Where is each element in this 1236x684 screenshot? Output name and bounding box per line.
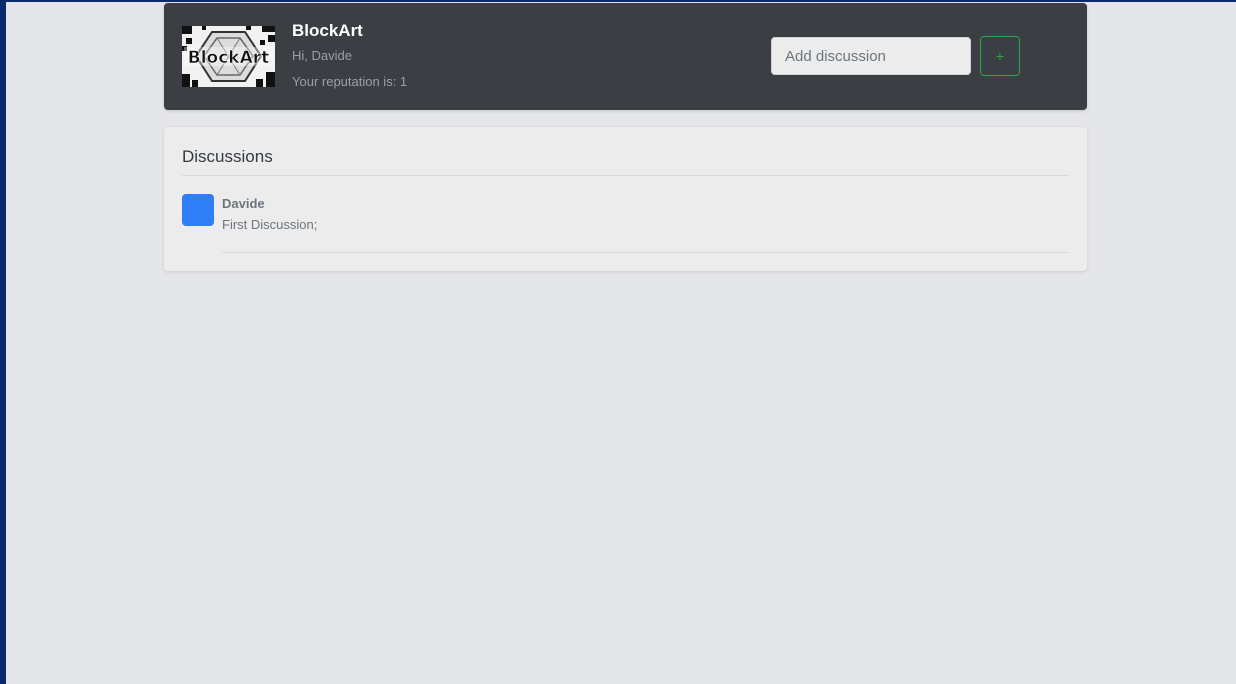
discussion-item[interactable]: Davide First Discussion;: [182, 193, 1069, 253]
logo-text: BlockArt: [188, 48, 270, 68]
user-greeting: Hi, Davide: [292, 48, 352, 63]
add-discussion-button[interactable]: +: [980, 36, 1020, 76]
section-divider: [182, 175, 1069, 176]
blockart-logo-image: BlockArt: [182, 26, 275, 87]
discussion-author: Davide: [222, 196, 265, 211]
item-divider: [222, 252, 1069, 253]
discussions-title: Discussions: [182, 147, 273, 166]
app-viewport: BlockArt BlockArt Hi, Davide Your reputa…: [6, 2, 1236, 684]
add-discussion-input[interactable]: [771, 37, 971, 75]
reputation-text: Your reputation is: 1: [292, 74, 408, 89]
header-card: BlockArt BlockArt Hi, Davide Your reputa…: [164, 3, 1087, 110]
app-title: BlockArt: [292, 21, 363, 40]
discussion-message: First Discussion;: [222, 217, 318, 232]
discussions-card: Discussions Davide First Discussion;: [164, 127, 1087, 271]
blockart-logo: BlockArt: [182, 26, 275, 87]
avatar: [182, 194, 214, 226]
